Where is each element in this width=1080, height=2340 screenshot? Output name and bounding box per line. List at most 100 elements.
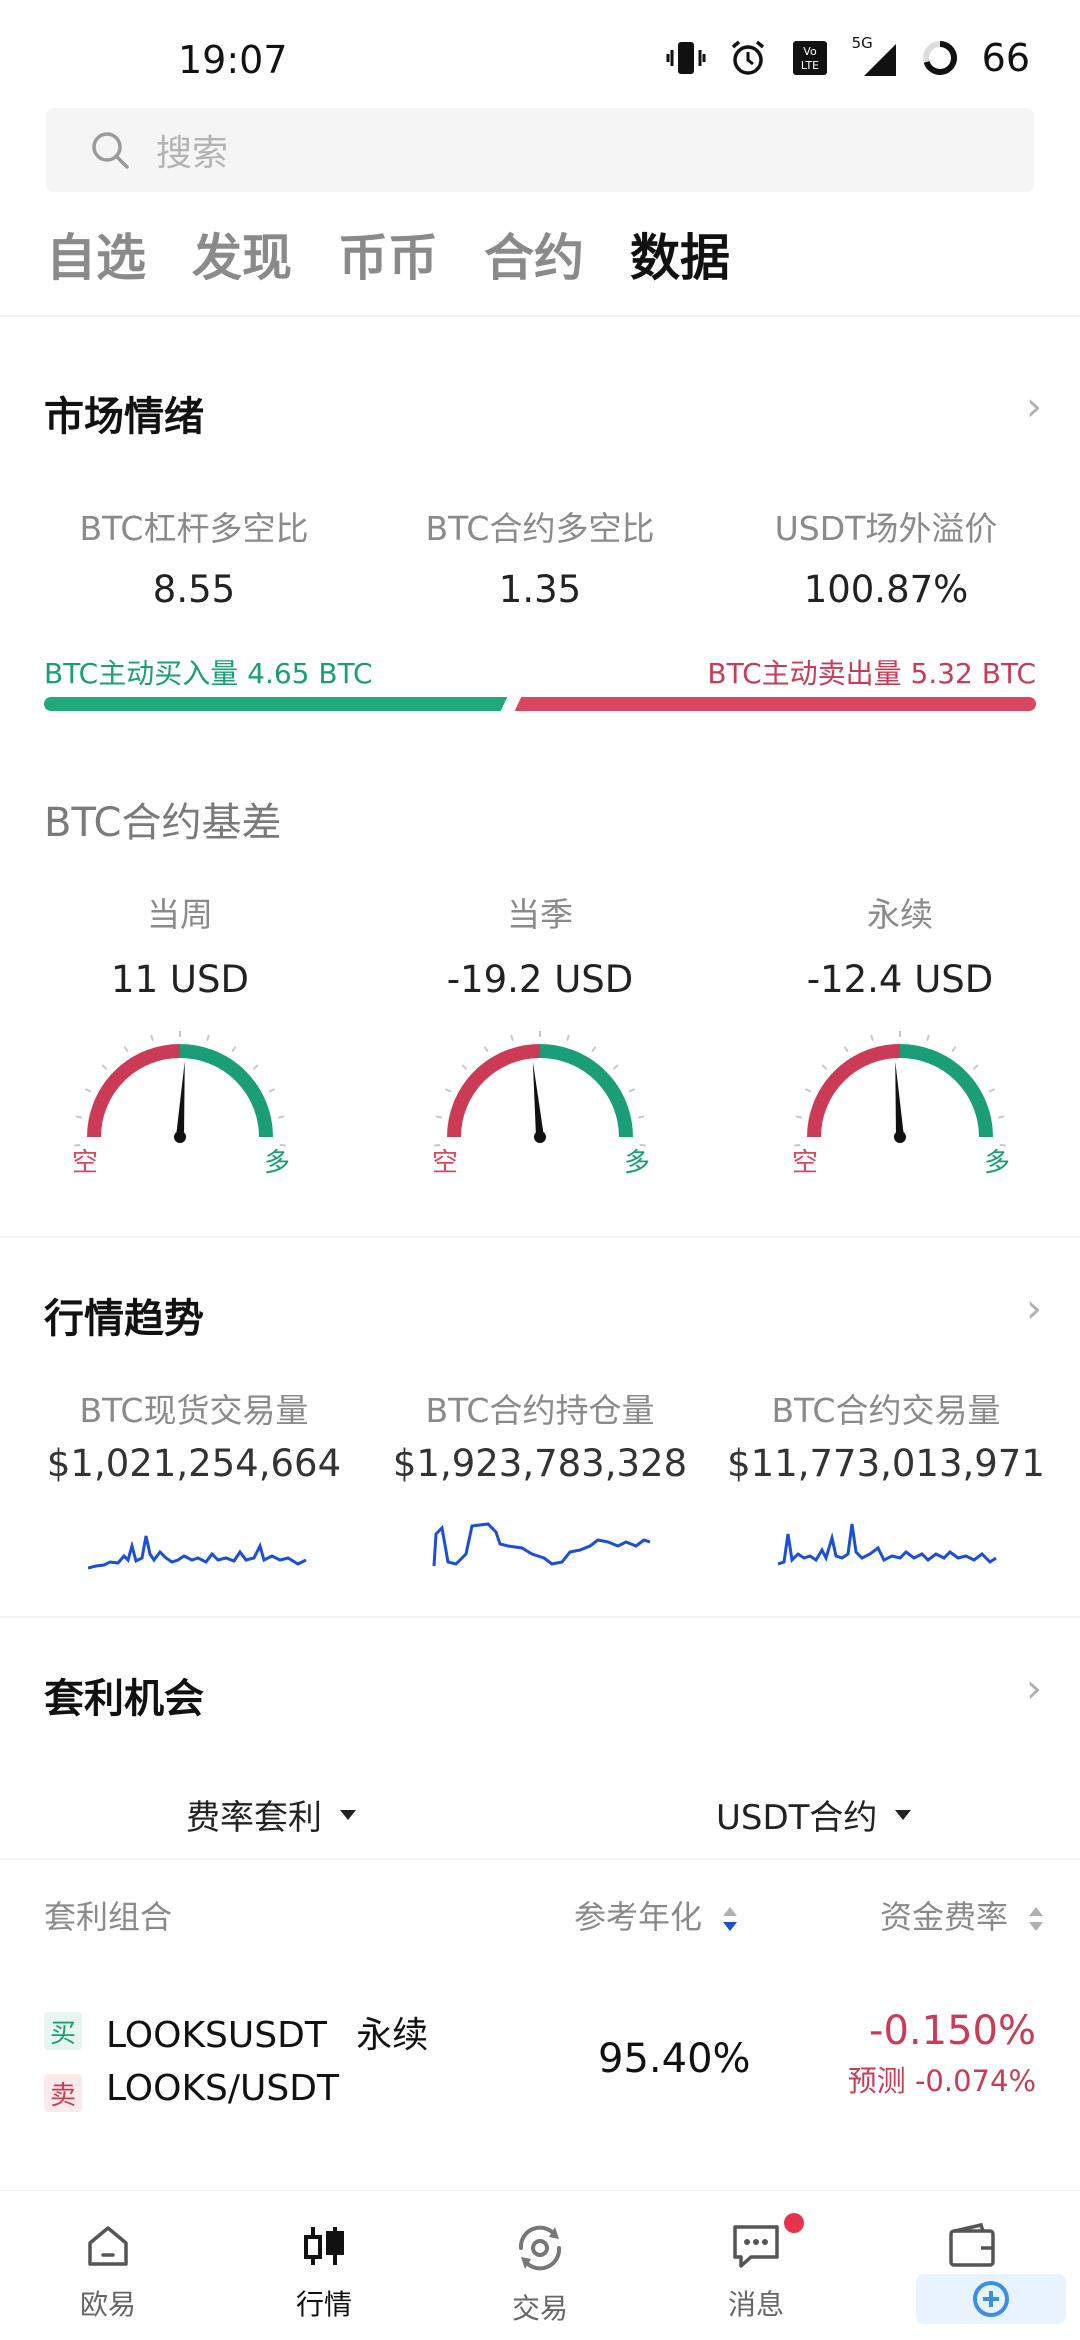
- svg-text:LTE: LTE: [800, 59, 818, 72]
- gauge-dial: [74, 1031, 286, 1147]
- gauge-short-label: 空: [432, 1148, 459, 1178]
- tab-spot[interactable]: 币币: [338, 218, 438, 290]
- tab-futures[interactable]: 合约: [484, 218, 584, 290]
- metric-usdt-otc-premium[interactable]: USDT场外溢价 100.87%: [706, 502, 1066, 611]
- home-icon: [88, 2226, 128, 2266]
- metric-label: BTC杠杆多空比: [79, 509, 309, 548]
- candlestick-icon: [304, 2227, 344, 2265]
- signal-icon: 5G: [852, 34, 898, 78]
- trend-label: BTC合约交易量: [771, 1391, 1001, 1430]
- wallet-icon: [949, 2222, 995, 2267]
- metric-btc-margin-ratio[interactable]: BTC杠杆多空比 8.55: [14, 502, 374, 611]
- gauge-tick: [85, 1088, 92, 1093]
- funding-rate: -0.150% 预测 -0.074%: [848, 2008, 1036, 2100]
- buy-pair-symbol: LOOKSUSDT: [106, 2015, 327, 2056]
- gauge-tick: [805, 1088, 812, 1093]
- nav-label: 欧易: [79, 2288, 136, 2321]
- buy-badge: 买: [44, 2012, 82, 2050]
- trend-chevron-icon[interactable]: ›: [1026, 1286, 1042, 1332]
- battery-level: 66: [981, 36, 1030, 80]
- gauge-long-arc: [179, 1044, 273, 1138]
- market-sentiment-title: 市场情绪: [44, 394, 204, 440]
- search-input[interactable]: 搜索: [46, 108, 1034, 192]
- svg-text:Vo: Vo: [803, 45, 817, 58]
- section-divider: [0, 1236, 1080, 1238]
- gauge-tick: [951, 1046, 957, 1053]
- metric-btc-contract-ratio[interactable]: BTC合约多空比 1.35: [360, 502, 720, 611]
- gauge-needle: [532, 1061, 544, 1138]
- volte-icon: Vo LTE: [792, 41, 827, 75]
- metric-label: BTC合约多空比: [425, 509, 655, 548]
- gauge-tick: [277, 1115, 285, 1119]
- gauge-tick: [510, 1034, 514, 1042]
- gauge-weekly[interactable]: 当周 11 USD: [0, 888, 360, 1159]
- gauge-quarterly[interactable]: 当季 -19.2 USD: [360, 888, 720, 1159]
- metric-value: 1.35: [498, 568, 582, 611]
- gauge-tick: [252, 1064, 259, 1070]
- notification-dot: [784, 2213, 804, 2233]
- gauge-needle: [895, 1061, 904, 1138]
- trend-label: BTC现货交易量: [79, 1391, 309, 1430]
- gauge-tick: [101, 1064, 108, 1070]
- tab-watchlist[interactable]: 自选: [46, 218, 146, 290]
- section-divider: [0, 1616, 1080, 1618]
- tab-data[interactable]: 数据: [630, 218, 730, 290]
- gauge-needle-hub: [894, 1131, 906, 1143]
- gauge-value: 11 USD: [111, 958, 249, 1001]
- search-icon: [92, 132, 129, 169]
- nav-label: 行情: [295, 2288, 352, 2321]
- vibrate-icon: [666, 42, 706, 74]
- trend-value: $1,923,783,328: [392, 1442, 688, 1485]
- nav-trade[interactable]: 交易: [470, 2221, 610, 2327]
- column-header-annual[interactable]: 参考年化: [574, 1892, 738, 1938]
- gauge-tick: [268, 1088, 275, 1093]
- watermark-logo: [916, 2274, 1066, 2324]
- dropdown-label: 费率套利: [186, 1798, 322, 1838]
- dropdown-label: USDT合约: [716, 1798, 878, 1838]
- metric-value: 100.87%: [803, 568, 969, 611]
- arbitrage-chevron-icon[interactable]: ›: [1026, 1666, 1042, 1712]
- alarm-icon: [731, 40, 764, 75]
- gauge-tick: [926, 1034, 930, 1042]
- table-row[interactable]: 买 LOOKSUSDT 永续 卖 LOOKS/USDT 95.40% -0.15…: [0, 1990, 1080, 2150]
- gauge-short-arc: [447, 1044, 541, 1138]
- gauge-tick: [637, 1115, 645, 1119]
- gauge-dial: [794, 1031, 1006, 1147]
- gauge-long-arc: [899, 1044, 993, 1138]
- tabs-divider: [0, 315, 1080, 317]
- arbitrage-title: 套利机会: [44, 1676, 204, 1722]
- gauge-tick: [997, 1115, 1005, 1119]
- arbitrage-market-dropdown[interactable]: USDT合约: [716, 1790, 912, 1839]
- column-header-label: 资金费率: [880, 1898, 1009, 1936]
- sort-icon: [723, 1907, 738, 1931]
- gauge-tick: [566, 1034, 570, 1042]
- gauge-tick: [445, 1088, 452, 1093]
- market-sentiment-chevron-icon[interactable]: ›: [1026, 384, 1042, 430]
- tab-discover[interactable]: 发现: [192, 218, 292, 290]
- search-placeholder: 搜索: [156, 133, 229, 174]
- gauge-short-arc: [807, 1044, 901, 1138]
- trend-spot-volume[interactable]: BTC现货交易量 $1,021,254,664: [14, 1384, 374, 1485]
- trade-icon: [518, 2225, 562, 2271]
- open-interest-sparkline: [432, 1522, 651, 1567]
- message-icon: [733, 2225, 779, 2268]
- gauge-tick: [821, 1064, 828, 1070]
- column-header-funding[interactable]: 资金费率: [880, 1892, 1044, 1938]
- gauge-label: 永续: [867, 895, 933, 934]
- gauge-tick: [123, 1046, 129, 1053]
- sell-pair: LOOKS/USDT: [106, 2068, 339, 2109]
- arbitrage-type-dropdown[interactable]: 费率套利: [186, 1790, 356, 1839]
- nav-messages[interactable]: 消息: [686, 2213, 826, 2323]
- gauge-tick: [461, 1064, 468, 1070]
- nav-market[interactable]: 行情: [254, 2221, 394, 2323]
- trend-value: $1,021,254,664: [46, 1442, 342, 1485]
- trend-contract-volume[interactable]: BTC合约交易量 $11,773,013,971: [706, 1384, 1066, 1485]
- sell-volume-bar: [514, 697, 1036, 711]
- buy-pair-type: 永续: [356, 2015, 429, 2056]
- sell-volume-label: BTC主动卖出量 5.32 BTC: [707, 657, 1036, 690]
- metric-value: 8.55: [152, 568, 236, 611]
- trend-open-interest[interactable]: BTC合约持仓量 $1,923,783,328: [360, 1384, 720, 1485]
- gauge-perpetual[interactable]: 永续 -12.4 USD: [720, 888, 1080, 1159]
- gauge-tick: [972, 1064, 979, 1070]
- nav-home[interactable]: 欧易: [38, 2221, 178, 2323]
